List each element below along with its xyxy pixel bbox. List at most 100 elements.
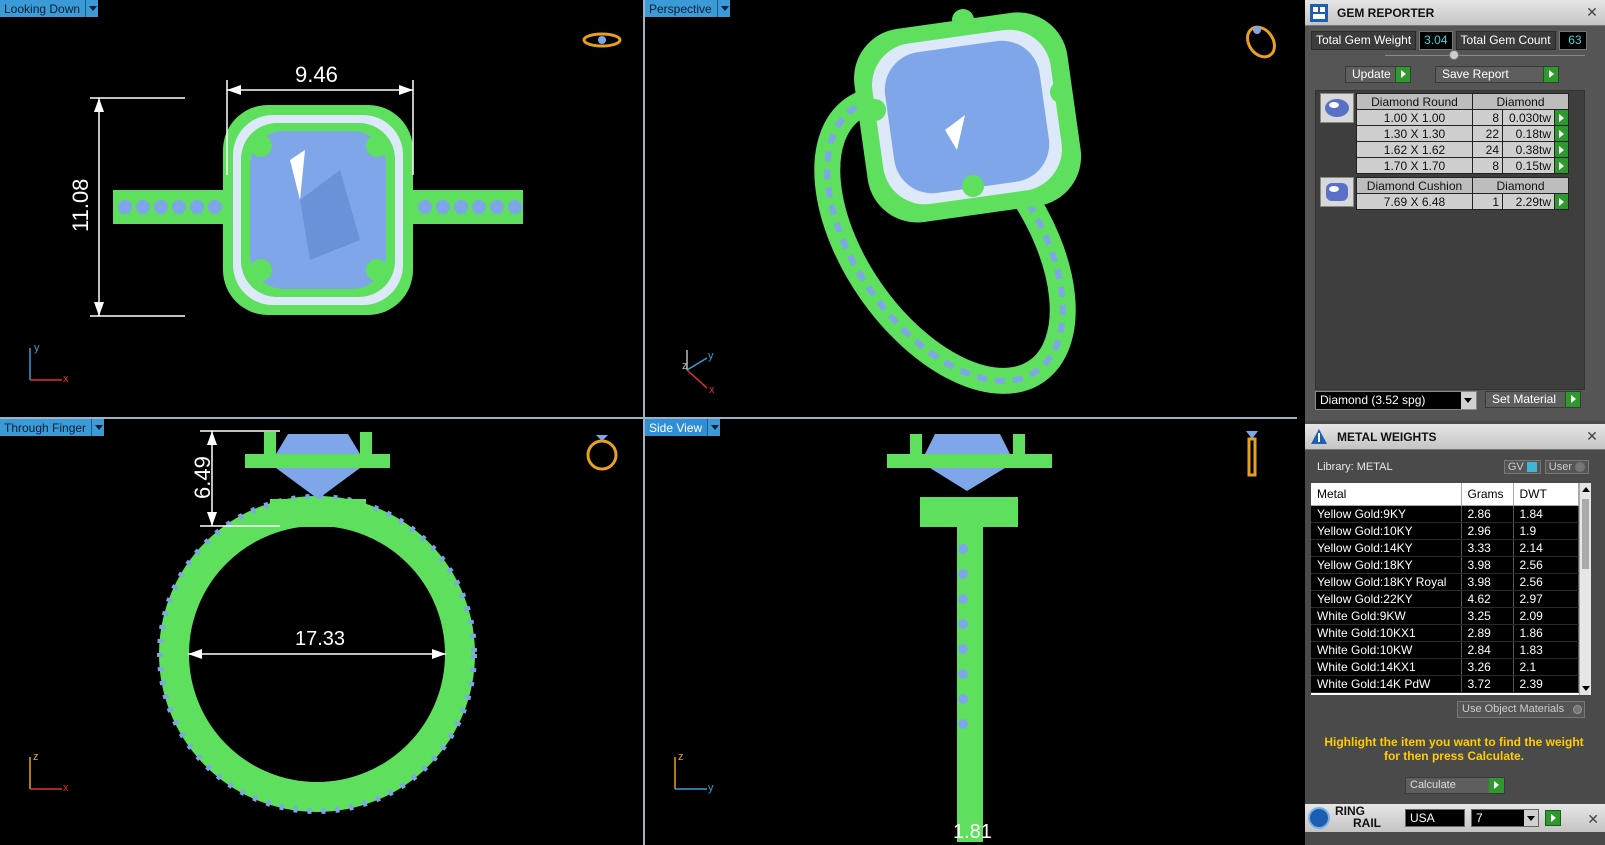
viewport-label[interactable]: Looking Down [0, 0, 86, 17]
gem-count: 22 [1472, 125, 1503, 142]
ring-side-view-icon[interactable] [1242, 427, 1262, 482]
table-row[interactable]: 1.00 X 1.00 8 0.030tw [1356, 109, 1569, 126]
scale-icon [1307, 425, 1331, 449]
gem-weight: 0.18tw [1502, 125, 1555, 142]
collapse-handle-icon[interactable] [1449, 50, 1459, 60]
update-button[interactable]: Update [1345, 66, 1411, 83]
table-row[interactable]: Yellow Gold:14KY 3.33 2.14 [1311, 539, 1579, 557]
select-row-button[interactable] [1554, 109, 1569, 126]
ring-size-value: 7 [1476, 811, 1483, 825]
gem-reporter-title: GEM REPORTER [1337, 5, 1435, 20]
user-toggle[interactable]: User [1544, 460, 1589, 474]
gem-material-header: Diamond [1472, 93, 1569, 110]
gem-reporter-icon [1307, 1, 1331, 25]
select-row-button[interactable] [1554, 157, 1569, 174]
viewport-label[interactable]: Through Finger [0, 419, 92, 436]
metal-name: White Gold:14KX1 [1311, 658, 1462, 676]
viewport-through-finger[interactable]: 6.49 17.33 z x Through Finger [0, 419, 643, 845]
set-material-label: Set Material [1492, 392, 1557, 406]
column-dwt[interactable]: DWT [1513, 483, 1579, 506]
scroll-down-icon[interactable] [1582, 686, 1590, 691]
scroll-up-icon[interactable] [1582, 487, 1590, 492]
close-icon[interactable]: ✕ [1587, 811, 1599, 828]
table-row[interactable]: Yellow Gold:22KY 4.62 2.97 [1311, 590, 1579, 608]
table-row[interactable]: White Gold:14K PdW 3.72 2.39 [1311, 675, 1579, 693]
chevron-down-icon[interactable] [91, 419, 105, 436]
chevron-down-icon[interactable] [707, 419, 721, 436]
table-row[interactable]: White Gold:9KW 3.25 2.09 [1311, 607, 1579, 625]
metal-dwt: 2.97 [1513, 590, 1579, 608]
round-diamond-icon[interactable] [1320, 93, 1354, 123]
select-row-button[interactable] [1554, 125, 1569, 142]
metal-name: Yellow Gold:14KY [1311, 539, 1462, 557]
select-row-button[interactable] [1554, 141, 1569, 158]
gem-table-round: Diamond Round Diamond 1.00 X 1.00 8 0.03… [1356, 93, 1569, 174]
column-grams[interactable]: Grams [1461, 483, 1514, 506]
scroll-thumb[interactable] [1582, 499, 1589, 569]
table-row[interactable]: 1.30 X 1.30 22 0.18tw [1356, 125, 1569, 142]
gem-actions: Update Save Report [1305, 66, 1605, 84]
right-panel: GEM REPORTER ✕ Total Gem Weight 3.04 Tot… [1305, 0, 1605, 845]
ring-rail-title: RING RAIL [1335, 805, 1381, 829]
chevron-down-icon[interactable] [1461, 392, 1476, 409]
viewport-label[interactable]: Perspective [645, 0, 717, 17]
toggle-off-icon [1573, 705, 1582, 714]
table-row[interactable]: Yellow Gold:18KY Royal 3.98 2.56 [1311, 573, 1579, 591]
cushion-diamond-icon[interactable] [1320, 177, 1354, 207]
viewport-label[interactable]: Side View [645, 419, 708, 436]
table-row[interactable]: 7.69 X 6.48 1 2.29tw [1356, 193, 1569, 210]
viewport-divider-vertical[interactable] [643, 0, 645, 845]
column-metal[interactable]: Metal [1311, 483, 1462, 506]
material-select[interactable]: Diamond (3.52 spg) [1315, 391, 1477, 410]
update-label: Update [1352, 67, 1391, 81]
gem-weight: 0.15tw [1502, 157, 1555, 174]
metal-table-scrollbar[interactable] [1579, 483, 1591, 695]
set-material-button[interactable]: Set Material [1485, 391, 1581, 408]
gem-totals: Total Gem Weight 3.04 Total Gem Count 63 [1311, 31, 1587, 50]
viewport-perspective[interactable]: z y x Perspective [645, 0, 1297, 417]
gem-shape-header: Diamond Cushion [1356, 177, 1473, 194]
save-report-button[interactable]: Save Report [1435, 66, 1559, 83]
select-row-button[interactable] [1554, 193, 1569, 210]
metal-grams: 2.86 [1461, 505, 1514, 523]
metal-name: Yellow Gold:10KY [1311, 522, 1462, 540]
chevron-down-icon[interactable] [716, 0, 730, 17]
ring-size-select[interactable]: 7 [1471, 809, 1539, 827]
metal-dwt: 2.56 [1513, 573, 1579, 591]
tab-through-finger[interactable]: Through Finger [0, 419, 105, 436]
ring-front-view-icon[interactable] [582, 427, 622, 477]
table-row[interactable]: Yellow Gold:9KY 2.86 1.84 [1311, 505, 1579, 523]
axis-x-label: x [63, 782, 69, 794]
use-object-materials-toggle[interactable]: Use Object Materials [1457, 701, 1585, 718]
chevron-down-icon[interactable] [1524, 810, 1538, 826]
viewport-side-view[interactable]: 1.81 z y Side View [645, 419, 1297, 845]
tab-perspective[interactable]: Perspective [645, 0, 730, 17]
ring-size-region-select[interactable]: USA [1405, 809, 1465, 827]
table-row[interactable]: White Gold:10KX1 2.89 1.86 [1311, 624, 1579, 642]
ring-top-view-icon[interactable] [582, 30, 622, 55]
table-row[interactable]: White Gold:10KW 2.84 1.83 [1311, 641, 1579, 659]
material-row: Diamond (3.52 spg) Set Material [1315, 391, 1595, 411]
table-row[interactable]: 1.62 X 1.62 24 0.38tw [1356, 141, 1569, 158]
viewport-looking-down[interactable]: 9.46 11.08 y x Looking Down [0, 0, 643, 417]
ring-rail-icon [1308, 807, 1330, 829]
close-icon[interactable]: ✕ [1585, 5, 1599, 19]
viewport-divider-horizontal[interactable] [0, 417, 1297, 419]
gem-reporter-body: Total Gem Weight 3.04 Total Gem Count 63… [1305, 26, 1605, 421]
metal-table-container[interactable]: Metal Grams DWT Yellow Gold:9KY 2.86 1.84 … [1311, 483, 1591, 695]
table-row[interactable]: Yellow Gold:18KY 3.98 2.56 [1311, 556, 1579, 574]
table-row[interactable]: Yellow Gold:10KY 2.96 1.9 [1311, 522, 1579, 540]
ring-perspective-view-icon[interactable] [1239, 20, 1279, 65]
table-row[interactable]: 1.70 X 1.70 8 0.15tw [1356, 157, 1569, 174]
gem-size: 7.69 X 6.48 [1356, 193, 1473, 210]
chevron-down-icon[interactable] [85, 0, 99, 17]
tab-looking-down[interactable]: Looking Down [0, 0, 99, 17]
apply-ring-size-button[interactable] [1545, 810, 1561, 826]
gv-toggle[interactable]: GV [1503, 460, 1541, 474]
close-icon[interactable]: ✕ [1585, 429, 1599, 443]
calculate-button[interactable]: Calculate [1405, 777, 1505, 794]
gem-weight: 0.030tw [1502, 109, 1555, 126]
metal-grams: 4.62 [1461, 590, 1514, 608]
table-row[interactable]: White Gold:14KX1 3.26 2.1 [1311, 658, 1579, 676]
tab-side-view[interactable]: Side View [645, 419, 721, 436]
